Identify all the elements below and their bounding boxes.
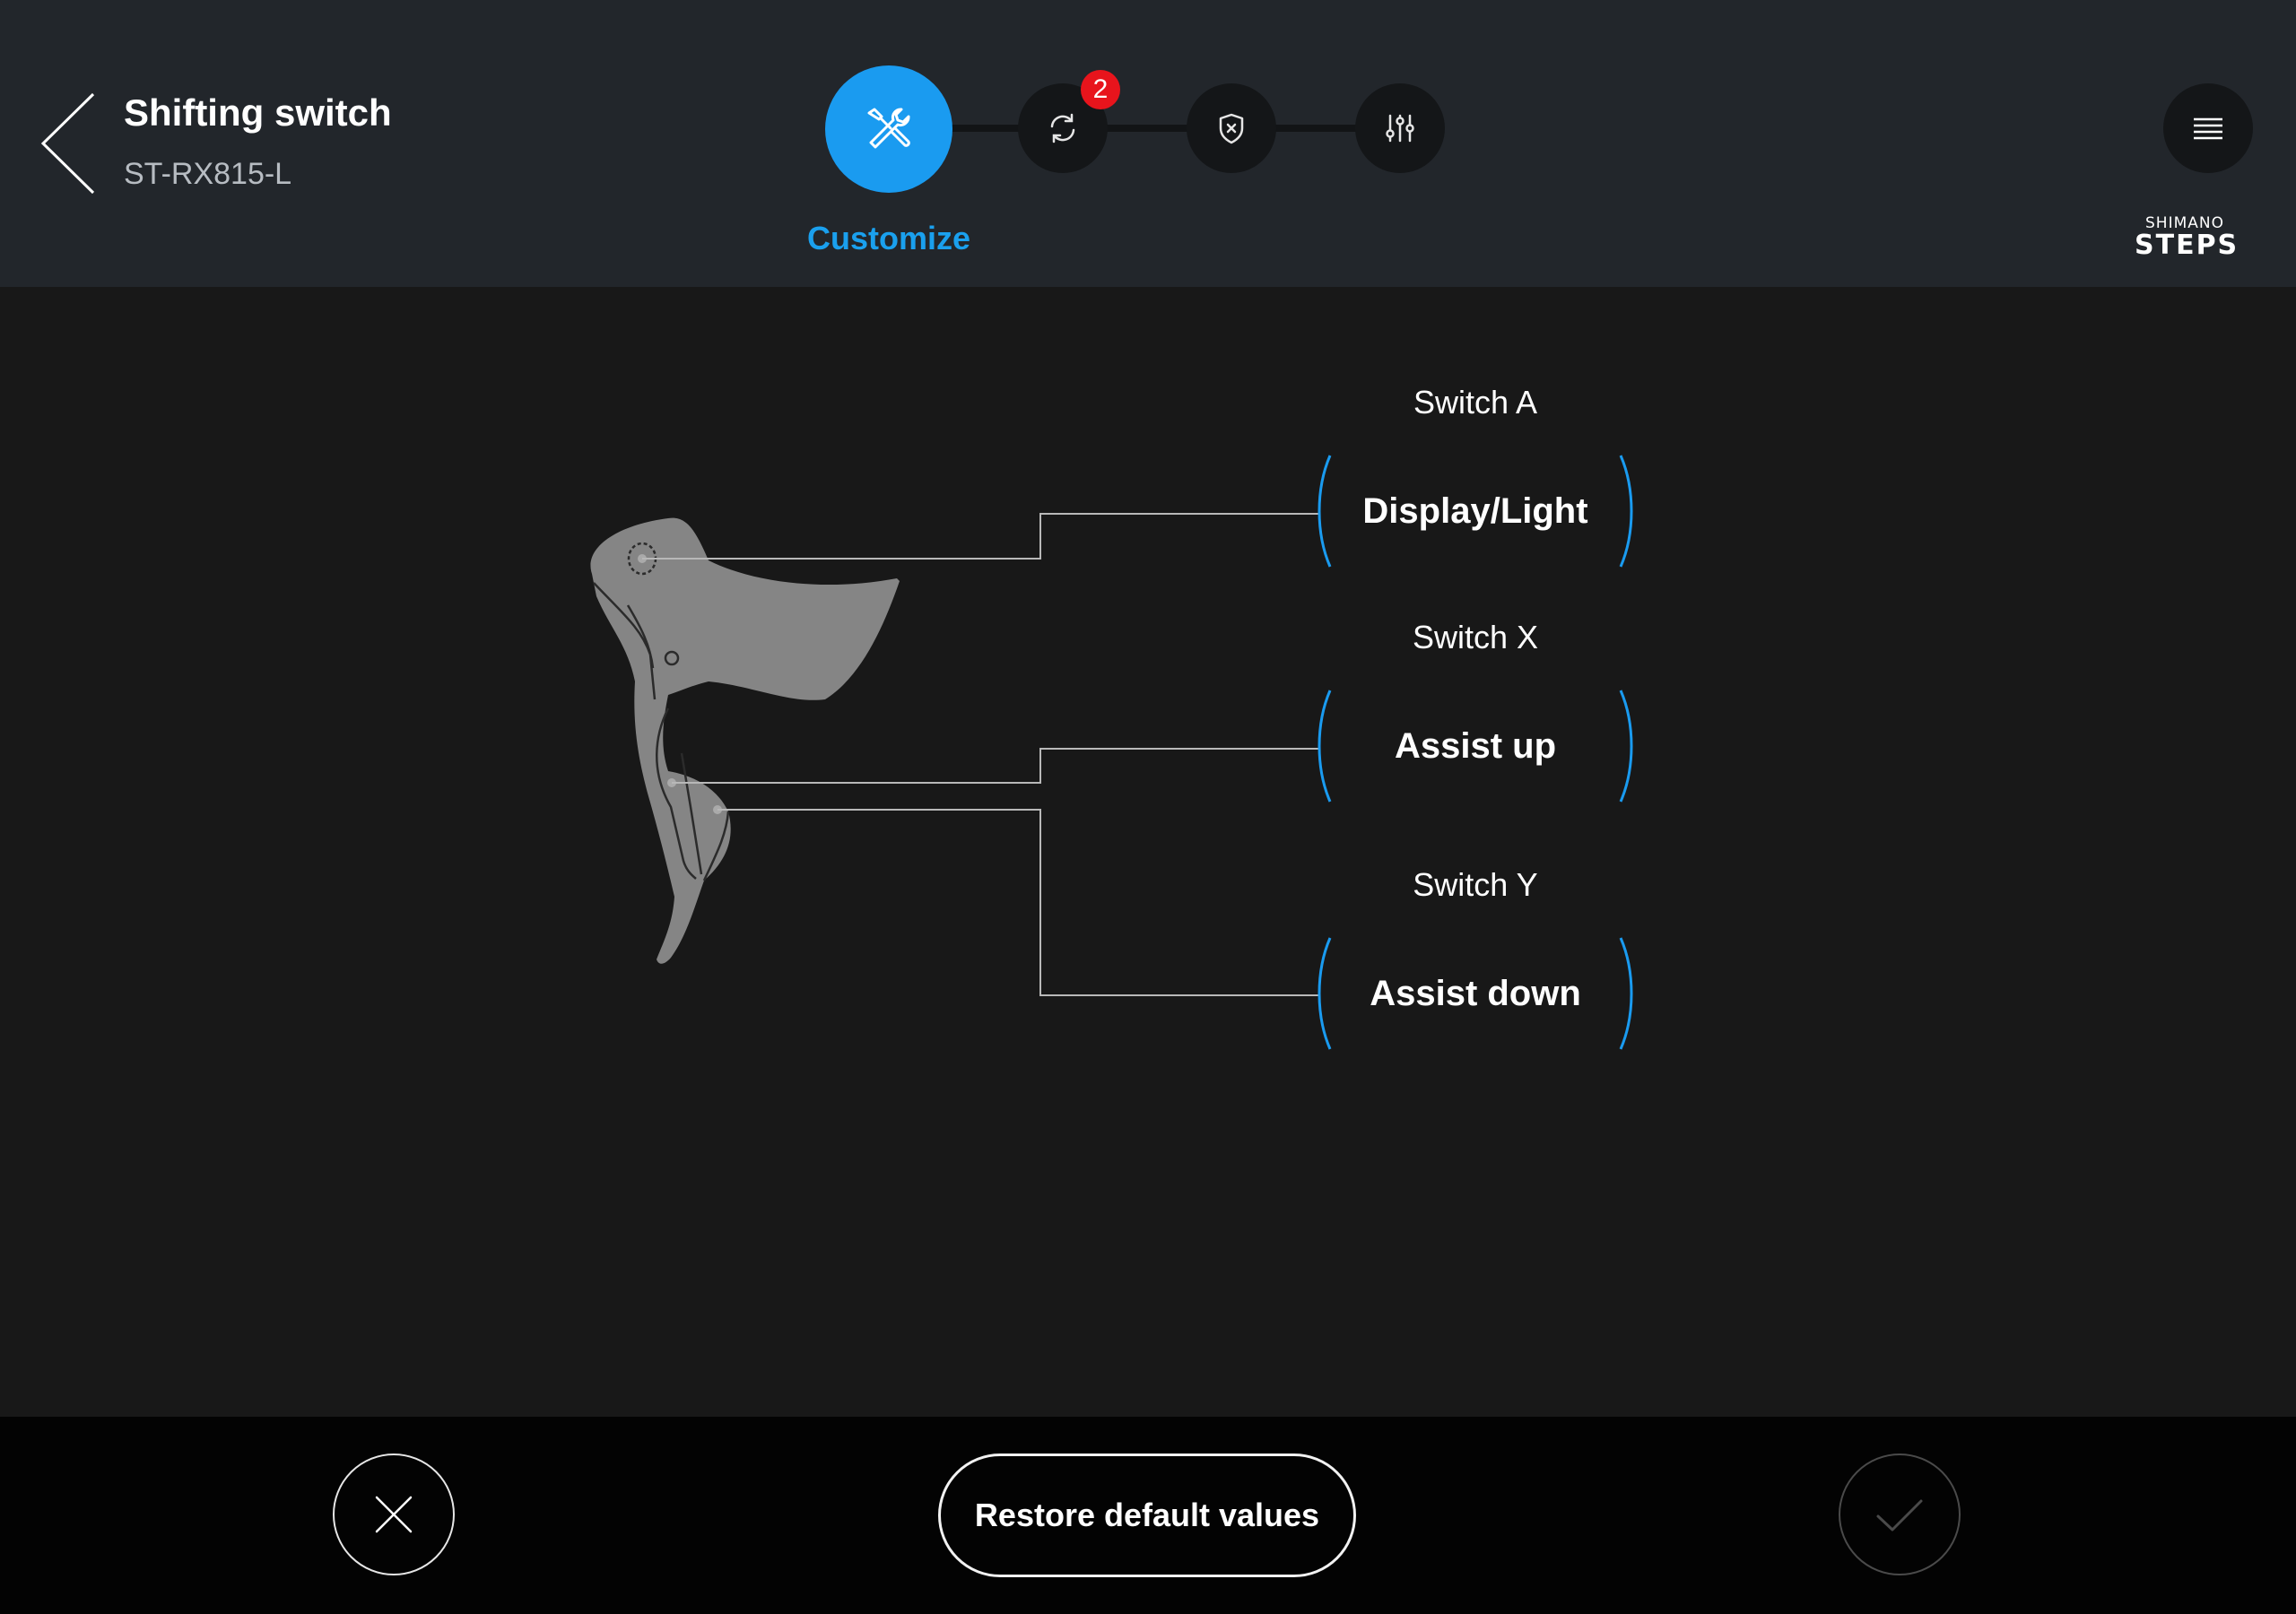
lever-diagram [590, 513, 1318, 996]
switch-a-label: Switch A [1413, 384, 1538, 421]
switch-x-label: Switch X [1412, 619, 1539, 655]
shifter-lever-illustration [590, 517, 900, 964]
cancel-button[interactable] [333, 1453, 455, 1575]
switch-a-function: Display/Light [1362, 490, 1588, 531]
switch-a-function-button[interactable]: Display/Light [1314, 453, 1637, 569]
confirm-button[interactable] [1839, 1453, 1961, 1575]
connector-switch-x [672, 748, 1318, 784]
connector-switch-a [642, 513, 1318, 560]
restore-defaults-button[interactable]: Restore default values [938, 1453, 1356, 1577]
switch-x-function: Assist up [1394, 725, 1557, 766]
switch-y-label: Switch Y [1413, 866, 1538, 903]
switch-y-function: Assist down [1370, 973, 1581, 1013]
switch-y-function-button[interactable]: Assist down [1314, 935, 1637, 1052]
switch-x-function-button[interactable]: Assist up [1314, 688, 1637, 804]
checkmark-icon [1876, 1499, 1923, 1532]
close-icon [375, 1496, 413, 1533]
connector-switch-y [718, 809, 1318, 996]
